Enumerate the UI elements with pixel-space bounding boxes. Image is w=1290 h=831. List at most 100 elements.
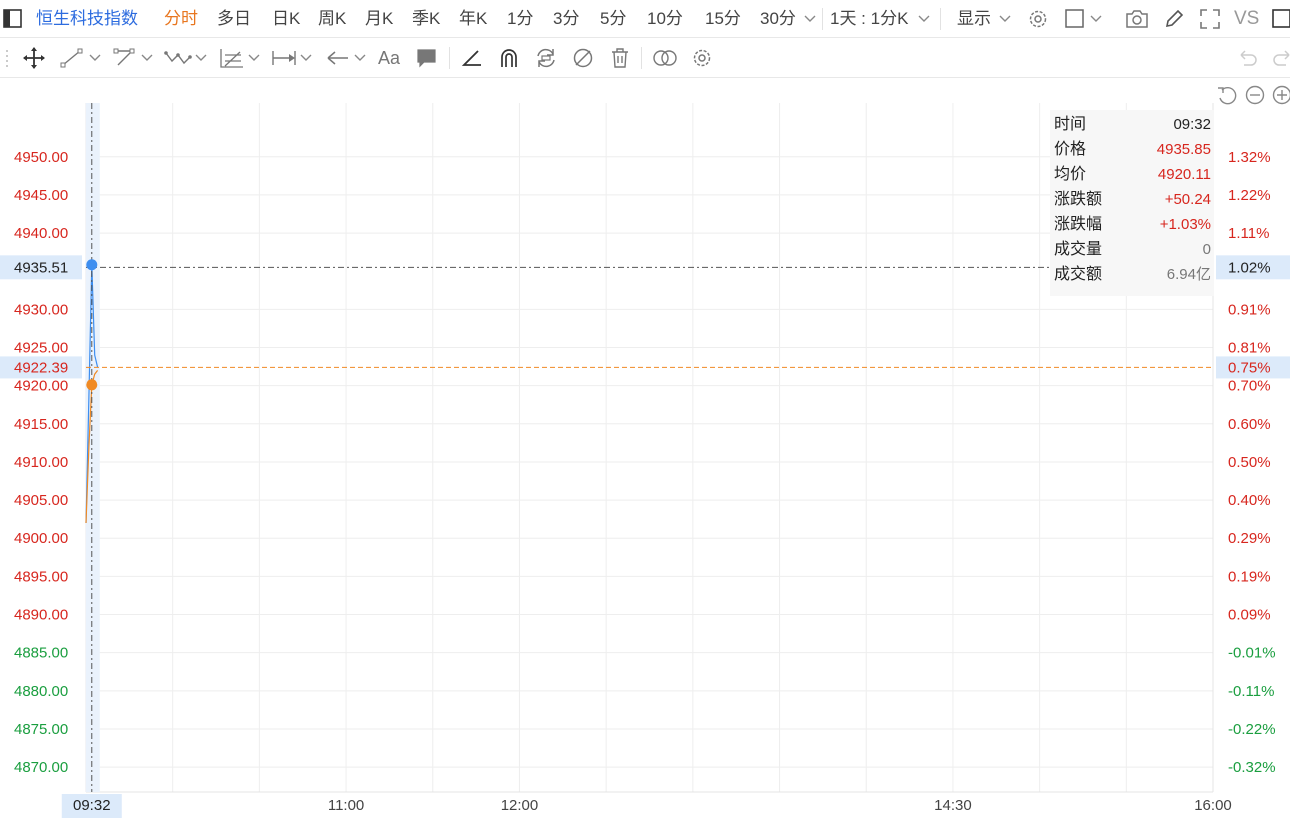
tab-yearly-k[interactable]: 年K xyxy=(459,0,487,38)
info-value: +1.03% xyxy=(1159,216,1211,233)
wave-pattern-icon[interactable] xyxy=(164,48,192,68)
tab-daily-k[interactable]: 日K xyxy=(272,0,300,38)
display-menu[interactable]: 显示 xyxy=(957,0,991,38)
measure-range-icon[interactable] xyxy=(271,48,297,68)
y-tick-label: 4905.00 xyxy=(14,492,68,509)
info-value: 4935.85 xyxy=(1156,141,1211,158)
y-tick-pct-label: 0.40% xyxy=(1228,492,1271,509)
move-icon[interactable] xyxy=(22,47,46,69)
range-select[interactable]: 1天 : 1分K xyxy=(830,0,908,38)
tab-intraday[interactable]: 分时 xyxy=(164,0,198,38)
y-tick-label: 4910.00 xyxy=(14,454,68,471)
info-key: 时间 xyxy=(1054,116,1087,133)
y-tick-label: 4920.00 xyxy=(14,378,68,395)
tab-5min[interactable]: 5分 xyxy=(600,0,626,38)
y-tick-label: 4880.00 xyxy=(14,683,68,700)
sidebar-toggle-icon[interactable] xyxy=(3,9,23,29)
info-row-change-pct: 涨跌幅 +1.03% xyxy=(1054,212,1211,237)
gear-icon[interactable] xyxy=(1027,8,1049,30)
x-tick-label: 11:00 xyxy=(328,797,364,814)
y-tick-label: 4900.00 xyxy=(14,530,68,547)
trash-icon[interactable] xyxy=(610,47,630,69)
chevron-down-icon[interactable] xyxy=(300,53,312,63)
chevron-down-icon[interactable] xyxy=(248,53,260,63)
info-key: 成交量 xyxy=(1054,241,1103,258)
drag-handle-icon[interactable] xyxy=(5,48,9,68)
comment-icon[interactable] xyxy=(416,48,438,68)
color-box-icon[interactable] xyxy=(1064,8,1086,30)
quote-info-panel: 时间 09:32 价格 4935.85 均价 4920.11 涨跌额 +50.24 涨跌… xyxy=(1050,110,1214,296)
hide-drawings-icon[interactable] xyxy=(572,47,594,69)
fibonacci-icon[interactable] xyxy=(219,47,245,69)
y-tick-pct-label: 1.11% xyxy=(1228,225,1269,242)
trend-line-icon[interactable] xyxy=(60,48,86,68)
y-tick-pct-label: 0.09% xyxy=(1228,607,1271,624)
tab-multi-day[interactable]: 多日 xyxy=(217,0,251,38)
info-value: +50.24 xyxy=(1164,191,1211,208)
info-key: 涨跌额 xyxy=(1054,191,1103,208)
text-tool-button[interactable]: Aa xyxy=(378,38,400,78)
info-row-change: 涨跌额 +50.24 xyxy=(1054,187,1211,212)
pencil-icon[interactable] xyxy=(1163,8,1185,30)
x-tick-label: 14:30 xyxy=(934,797,972,814)
y-tick-pct-label: 1.22% xyxy=(1228,187,1271,204)
y-tick-pct-label: -0.01% xyxy=(1228,645,1276,662)
y-tick-pct-label: 0.19% xyxy=(1228,568,1271,585)
settings-gear-icon[interactable] xyxy=(691,47,713,69)
avg-ref-price-label: 4922.39 xyxy=(14,359,68,376)
camera-icon[interactable] xyxy=(1125,8,1149,30)
chevron-down-icon[interactable] xyxy=(804,14,816,24)
info-row-avg: 均价 4920.11 xyxy=(1054,162,1211,187)
redo-icon[interactable] xyxy=(1272,49,1290,67)
arrow-left-icon[interactable] xyxy=(325,48,351,68)
y-tick-label: 4940.00 xyxy=(14,225,68,242)
tab-10min[interactable]: 10分 xyxy=(647,0,683,38)
info-key: 价格 xyxy=(1054,141,1087,158)
crosshair-time-label: 09:32 xyxy=(73,797,111,814)
y-tick-label: 4950.00 xyxy=(14,149,68,166)
divider xyxy=(449,47,450,69)
tab-quarterly-k[interactable]: 季K xyxy=(412,0,440,38)
polyline-icon[interactable] xyxy=(112,48,138,68)
chevron-down-icon[interactable] xyxy=(89,53,101,63)
angle-icon[interactable] xyxy=(461,48,483,68)
x-axis: 11:00 12:00 14:30 16:00 xyxy=(328,797,1232,814)
index-title[interactable]: 恒生科技指数 xyxy=(36,0,138,38)
chevron-down-icon[interactable] xyxy=(354,53,366,63)
info-key: 涨跌幅 xyxy=(1054,216,1103,233)
crosshair-pct-label: 1.02% xyxy=(1228,259,1271,276)
tab-1min[interactable]: 1分 xyxy=(507,0,533,38)
tab-monthly-k[interactable]: 月K xyxy=(365,0,393,38)
chevron-down-icon[interactable] xyxy=(195,53,207,63)
magnet-icon[interactable] xyxy=(498,47,520,69)
y-tick-label: 4925.00 xyxy=(14,340,68,357)
fullscreen-icon[interactable] xyxy=(1199,8,1221,30)
divider xyxy=(822,8,823,30)
x-tick-label: 16:00 xyxy=(1194,797,1232,814)
y-tick-label: 4930.00 xyxy=(14,301,68,318)
y-tick-pct-label: 1.32% xyxy=(1228,149,1271,166)
info-row-turnover: 成交额 6.94亿 xyxy=(1054,262,1211,287)
y-tick-label: 4870.00 xyxy=(14,759,68,776)
tab-15min[interactable]: 15分 xyxy=(705,0,741,38)
y-tick-pct-label: 0.70% xyxy=(1228,378,1271,395)
tab-30min[interactable]: 30分 xyxy=(760,0,796,38)
price-point-marker xyxy=(86,259,98,271)
tab-3min[interactable]: 3分 xyxy=(553,0,579,38)
drawing-toolbar: Aa xyxy=(0,38,1290,78)
undo-icon[interactable] xyxy=(1236,49,1258,67)
chevron-down-icon[interactable] xyxy=(918,14,930,24)
info-value: 09:32 xyxy=(1173,116,1211,133)
overlap-circles-icon[interactable] xyxy=(652,49,678,67)
y-tick-label: 4895.00 xyxy=(14,568,68,585)
sync-icon[interactable] xyxy=(534,47,558,69)
x-tick-label: 12:00 xyxy=(501,797,539,814)
compare-button[interactable]: VS xyxy=(1234,0,1259,38)
y-axis-right: 1.32% 1.22% 1.11% 0.91% 0.81% 0.70% 0.60% 0.50%… xyxy=(1228,149,1276,776)
chevron-down-icon[interactable] xyxy=(999,14,1011,24)
chevron-down-icon[interactable] xyxy=(141,53,153,63)
tab-weekly-k[interactable]: 周K xyxy=(318,0,346,38)
info-row-price: 价格 4935.85 xyxy=(1054,137,1211,162)
chevron-down-icon[interactable] xyxy=(1090,14,1102,24)
panel-icon[interactable] xyxy=(1271,8,1290,30)
